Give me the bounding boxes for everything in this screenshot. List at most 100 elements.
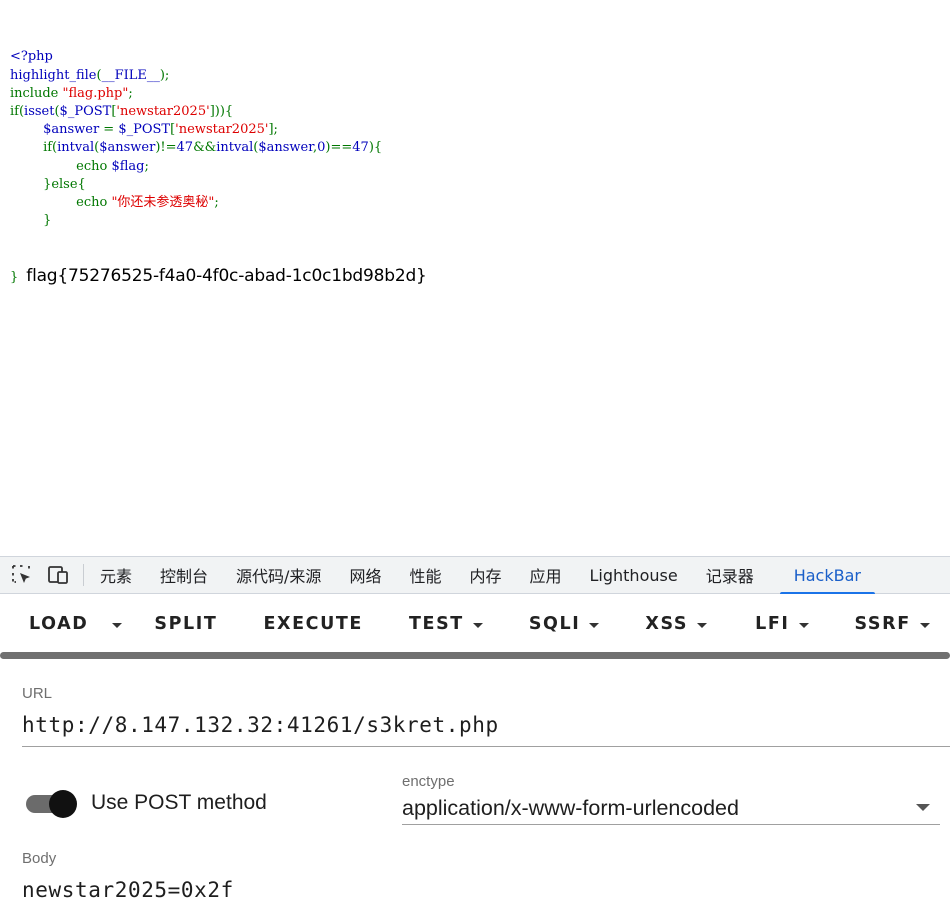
code-token: $flag	[111, 158, 145, 174]
code-token: &&	[193, 140, 217, 156]
code-token: $_POST	[59, 103, 112, 119]
code-token: $answer	[258, 140, 313, 156]
split-button[interactable]: SPLIT	[154, 599, 217, 649]
enctype-underline	[402, 824, 940, 825]
source-line: highlight_file(__FILE__);	[10, 67, 427, 85]
code-token: ){	[368, 140, 383, 156]
code-token: 47	[176, 140, 194, 156]
code-token: ;	[128, 85, 133, 101]
code-token: echo	[76, 158, 112, 174]
chevron-down-icon	[919, 622, 930, 628]
code-token: "flag.php"	[62, 85, 129, 101]
tab-devtools-3[interactable]: 网络	[335, 556, 395, 594]
code-token: ])){	[209, 103, 234, 119]
url-label: URL	[22, 685, 53, 702]
code-token: __FILE__	[101, 67, 160, 83]
source-line: if(intval($answer)!=47&&intval($answer,0…	[10, 139, 427, 157]
code-token: intval	[57, 140, 95, 156]
code-token: }else{	[43, 176, 86, 192]
code-token: echo	[76, 194, 112, 210]
tab-devtools-2[interactable]: 源代码/来源	[222, 556, 335, 594]
source-lines: <?php highlight_file(__FILE__); include "f…	[10, 48, 427, 230]
tab-devtools-5[interactable]: 内存	[455, 556, 515, 594]
closing-brace: }	[10, 269, 19, 285]
code-token: highlight_file	[10, 67, 97, 83]
post-method-toggle[interactable]	[26, 790, 77, 818]
execute-button[interactable]: EXECUTE	[263, 599, 363, 649]
test-menu-button[interactable]: TEST	[409, 599, 483, 649]
code-token: include	[10, 85, 63, 101]
enctype-label: enctype	[402, 773, 455, 790]
load-menu-button[interactable]	[112, 599, 123, 649]
tab-devtools-4[interactable]: 性能	[395, 556, 455, 594]
body-textarea[interactable]: newstar2025=0x2f	[22, 878, 234, 902]
tab-devtools-7[interactable]: Lighthouse	[576, 556, 692, 594]
chevron-down-icon[interactable]	[916, 804, 930, 811]
code-token: 47	[352, 140, 369, 156]
sqli-menu-button[interactable]: SQLI	[529, 599, 600, 649]
source-line: <?php	[10, 48, 427, 66]
url-underline	[22, 746, 950, 747]
code-token: )==	[325, 140, 353, 156]
code-token: if(	[43, 140, 58, 156]
flag-output: flag{75276525-f4a0-4f0c-abad-1c0c1bd98b2…	[26, 265, 427, 286]
code-token: ;	[144, 158, 149, 174]
chevron-down-icon	[589, 622, 600, 628]
code-token: $answer	[99, 140, 156, 156]
url-input[interactable]: http://8.147.132.32:41261/s3kret.php	[22, 713, 499, 737]
chevron-down-icon	[697, 622, 708, 628]
code-token: );	[159, 67, 170, 83]
toolbar-scrollbar[interactable]	[0, 652, 950, 659]
code-token: isset	[24, 103, 55, 119]
xss-menu-button[interactable]: XSS	[645, 599, 708, 649]
post-method-label: Use POST method	[91, 791, 267, 814]
load-button[interactable]: LOAD	[29, 599, 88, 649]
source-line: if(isset($_POST['newstar2025'])){	[10, 103, 427, 121]
hackbar-toolbar: LOAD SPLIT EXECUTE TEST SQLI XSS LFI SSR…	[0, 594, 950, 654]
code-token: ;	[214, 194, 219, 210]
tab-devtools-1[interactable]: 控制台	[146, 556, 222, 594]
toggle-knob	[49, 790, 77, 818]
lfi-menu-button[interactable]: LFI	[755, 599, 809, 649]
ssrf-menu-button[interactable]: SSRF	[855, 599, 930, 649]
code-token: 'newstar2025'	[175, 122, 269, 138]
toolbar-divider	[83, 564, 84, 586]
code-token: intval	[216, 140, 254, 156]
source-line: echo $flag;	[10, 158, 427, 176]
tab-devtools-8[interactable]: 记录器	[692, 556, 768, 594]
devtools-tabs: 元素 控制台 源代码/来源 网络 性能 内存 应用 Lighthouse 记录器 HackBar	[86, 556, 876, 595]
code-token: "你还未参透奥秘"	[111, 194, 215, 210]
source-closing-line: } flag{75276525-f4a0-4f0c-abad-1c0c1bd98b…	[10, 267, 427, 285]
source-line: }else{	[10, 176, 427, 194]
code-token: =	[103, 122, 119, 138]
source-line: include "flag.php";	[10, 85, 427, 103]
inspect-element-icon[interactable]	[9, 563, 35, 587]
device-toolbar-icon[interactable]	[45, 563, 71, 587]
devtools-tab-bar: 元素 控制台 源代码/来源 网络 性能 内存 应用 Lighthouse 记录器 HackBar	[0, 556, 950, 595]
chevron-down-icon	[112, 622, 123, 628]
tab-devtools-0[interactable]: 元素	[86, 556, 146, 594]
code-token: if(	[10, 103, 25, 119]
code-token: ];	[268, 122, 278, 138]
code-token: $_POST	[118, 122, 171, 138]
php-source-code: <?php highlight_file(__FILE__); include "f…	[10, 12, 427, 303]
source-line: }	[10, 212, 427, 230]
code-token: )!=	[155, 140, 177, 156]
tab-hackbar[interactable]: HackBar	[779, 556, 876, 595]
body-label: Body	[22, 850, 57, 867]
code-token: 'newstar2025'	[116, 103, 210, 119]
source-line: echo "你还未参透奥秘";	[10, 194, 427, 212]
code-token: }	[43, 213, 52, 229]
chevron-down-icon	[472, 622, 483, 628]
code-token: <?php	[10, 49, 53, 65]
enctype-select[interactable]: application/x-www-form-urlencoded	[402, 796, 739, 821]
source-line: $answer = $_POST['newstar2025'];	[10, 121, 427, 139]
tab-devtools-6[interactable]: 应用	[515, 556, 575, 594]
chevron-down-icon	[798, 622, 809, 628]
